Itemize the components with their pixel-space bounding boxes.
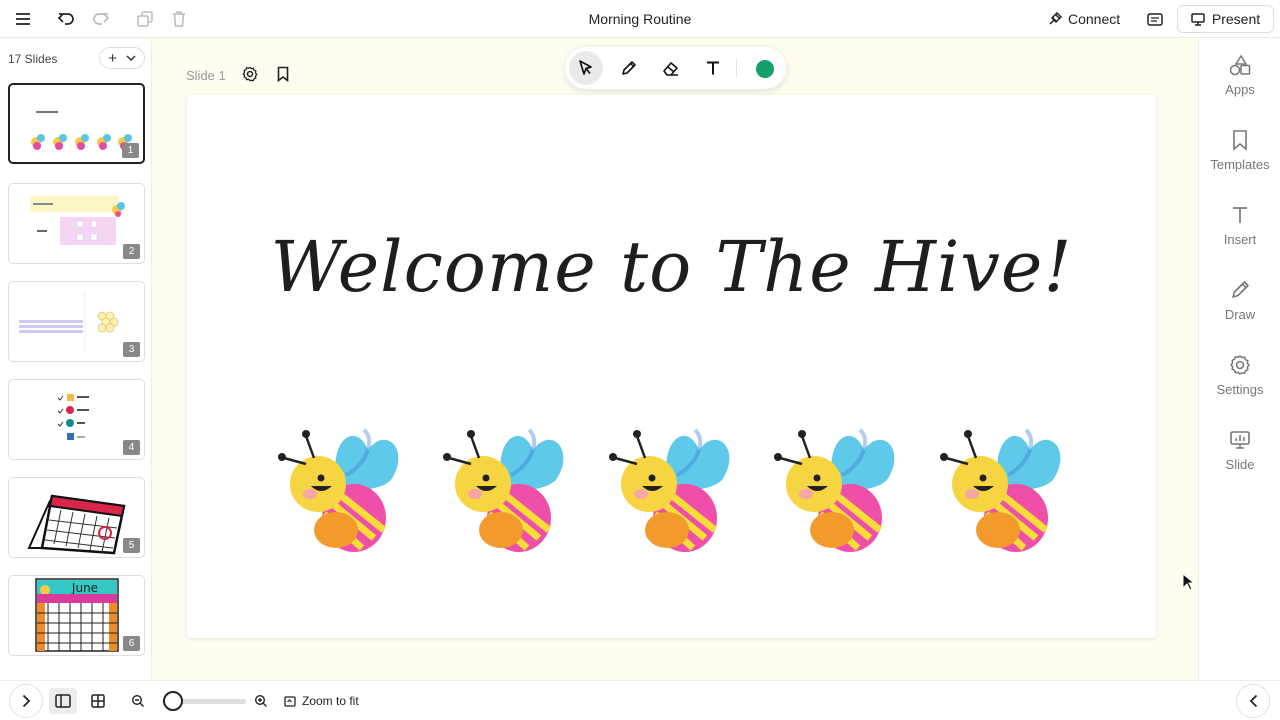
right-panel: Apps Templates Insert Draw Settings Slid… xyxy=(1198,39,1280,680)
insert-button[interactable]: Insert xyxy=(1199,204,1280,264)
insert-label: Insert xyxy=(1223,232,1257,247)
june-label: June xyxy=(71,581,98,595)
slide-number: 5 xyxy=(123,538,140,553)
captions-icon[interactable] xyxy=(1143,7,1167,31)
slide-number: 3 xyxy=(123,342,140,357)
slides-panel: 17 Slides + 1 2 3 4 5 June 6 xyxy=(0,39,152,680)
duplicate-icon[interactable] xyxy=(133,7,157,31)
plus-icon: + xyxy=(108,49,118,67)
gear-icon xyxy=(1229,355,1251,375)
drawing-toolbar xyxy=(565,47,786,89)
bee-image[interactable] xyxy=(607,420,739,554)
trash-icon[interactable] xyxy=(167,7,191,31)
bee-image[interactable] xyxy=(772,420,904,554)
cursor-icon xyxy=(579,60,592,75)
templates-button[interactable]: Templates xyxy=(1199,129,1280,189)
settings-button[interactable]: Settings xyxy=(1199,354,1280,414)
sidebar-view-button[interactable] xyxy=(49,688,77,714)
present-icon xyxy=(1191,12,1205,26)
settings-label: Settings xyxy=(1216,382,1264,397)
zoom-in-icon xyxy=(254,694,267,707)
slide-number: 2 xyxy=(123,244,140,259)
templates-label: Templates xyxy=(1210,157,1270,172)
collapse-panel-button[interactable] xyxy=(1236,684,1270,718)
redo-icon[interactable] xyxy=(89,7,113,31)
draw-label: Draw xyxy=(1224,307,1256,322)
slide-title[interactable]: Welcome to The Hive! xyxy=(187,226,1156,308)
slide-number: 1 xyxy=(122,143,139,158)
add-slide-button[interactable]: + xyxy=(99,47,145,69)
chevron-left-icon xyxy=(1249,694,1257,708)
present-label: Present xyxy=(1211,11,1261,27)
toolbar-divider xyxy=(736,58,737,78)
slide-thumbnail-1[interactable]: 1 xyxy=(8,83,145,164)
zoom-to-fit-button[interactable]: Zoom to fit xyxy=(284,694,359,708)
zoom-slider-handle[interactable] xyxy=(163,691,183,711)
draw-button[interactable]: Draw xyxy=(1199,279,1280,339)
apps-label: Apps xyxy=(1225,82,1255,97)
expand-panel-button[interactable] xyxy=(9,684,43,718)
slide-thumbnail-5[interactable]: 5 xyxy=(8,477,145,558)
fit-screen-icon xyxy=(284,695,296,707)
text-icon xyxy=(1233,207,1247,223)
bookmark-icon xyxy=(1233,130,1247,151)
slide-number: 4 xyxy=(123,440,140,455)
slide-canvas[interactable]: Welcome to The Hive! xyxy=(187,95,1156,638)
mouse-cursor-icon xyxy=(1182,573,1194,591)
grid-icon xyxy=(91,694,105,708)
slide-thumbnail-4[interactable]: 4 xyxy=(8,379,145,460)
apps-icon xyxy=(1229,54,1251,76)
thumb-bees xyxy=(31,134,132,150)
bee-image[interactable] xyxy=(441,420,573,554)
pencil-icon xyxy=(1232,281,1249,298)
connect-icon xyxy=(1049,12,1062,25)
slide-settings-icon[interactable] xyxy=(242,66,258,82)
connect-label: Connect xyxy=(1068,11,1121,27)
pen-tool-button[interactable] xyxy=(612,51,646,85)
zoom-in-button[interactable] xyxy=(247,688,275,714)
text-tool-button[interactable] xyxy=(696,51,730,85)
slide-button[interactable]: Slide xyxy=(1199,429,1280,489)
connect-button[interactable]: Connect xyxy=(1048,8,1120,30)
menu-icon[interactable] xyxy=(11,7,35,31)
slide-label: Slide 1 xyxy=(186,68,226,83)
zoom-out-button[interactable] xyxy=(124,688,152,714)
eraser-icon xyxy=(663,62,678,76)
slide-thumbnail-3[interactable]: 3 xyxy=(8,281,145,362)
slide-thumbnail-6[interactable]: June 6 xyxy=(8,575,145,656)
slide-number: 6 xyxy=(123,636,140,651)
bee-image[interactable] xyxy=(938,420,1070,554)
eraser-tool-button[interactable] xyxy=(654,51,688,85)
grid-view-button[interactable] xyxy=(84,688,112,714)
chevron-down-icon xyxy=(126,55,136,61)
slide-thumbnail-2[interactable]: 2 xyxy=(8,183,145,264)
sidebar-layout-icon xyxy=(55,694,71,708)
chevron-right-icon xyxy=(22,694,30,708)
slide-icon xyxy=(1230,431,1250,449)
bottom-bar: Zoom to fit xyxy=(0,680,1280,720)
slide-label-right: Slide xyxy=(1225,457,1255,472)
zoom-to-fit-label: Zoom to fit xyxy=(302,694,359,708)
top-bar: Morning Routine Connect Present xyxy=(0,0,1280,38)
select-tool-button[interactable] xyxy=(569,51,603,85)
apps-button[interactable]: Apps xyxy=(1199,54,1280,114)
text-icon xyxy=(707,61,719,75)
color-picker-button[interactable] xyxy=(756,60,774,78)
present-button[interactable]: Present xyxy=(1177,5,1274,33)
slide-count: 17 Slides xyxy=(8,52,58,66)
pencil-icon xyxy=(622,61,636,75)
bee-image[interactable] xyxy=(276,420,408,554)
zoom-out-icon xyxy=(131,694,144,707)
bookmark-icon[interactable] xyxy=(275,66,291,83)
undo-icon[interactable] xyxy=(54,7,78,31)
